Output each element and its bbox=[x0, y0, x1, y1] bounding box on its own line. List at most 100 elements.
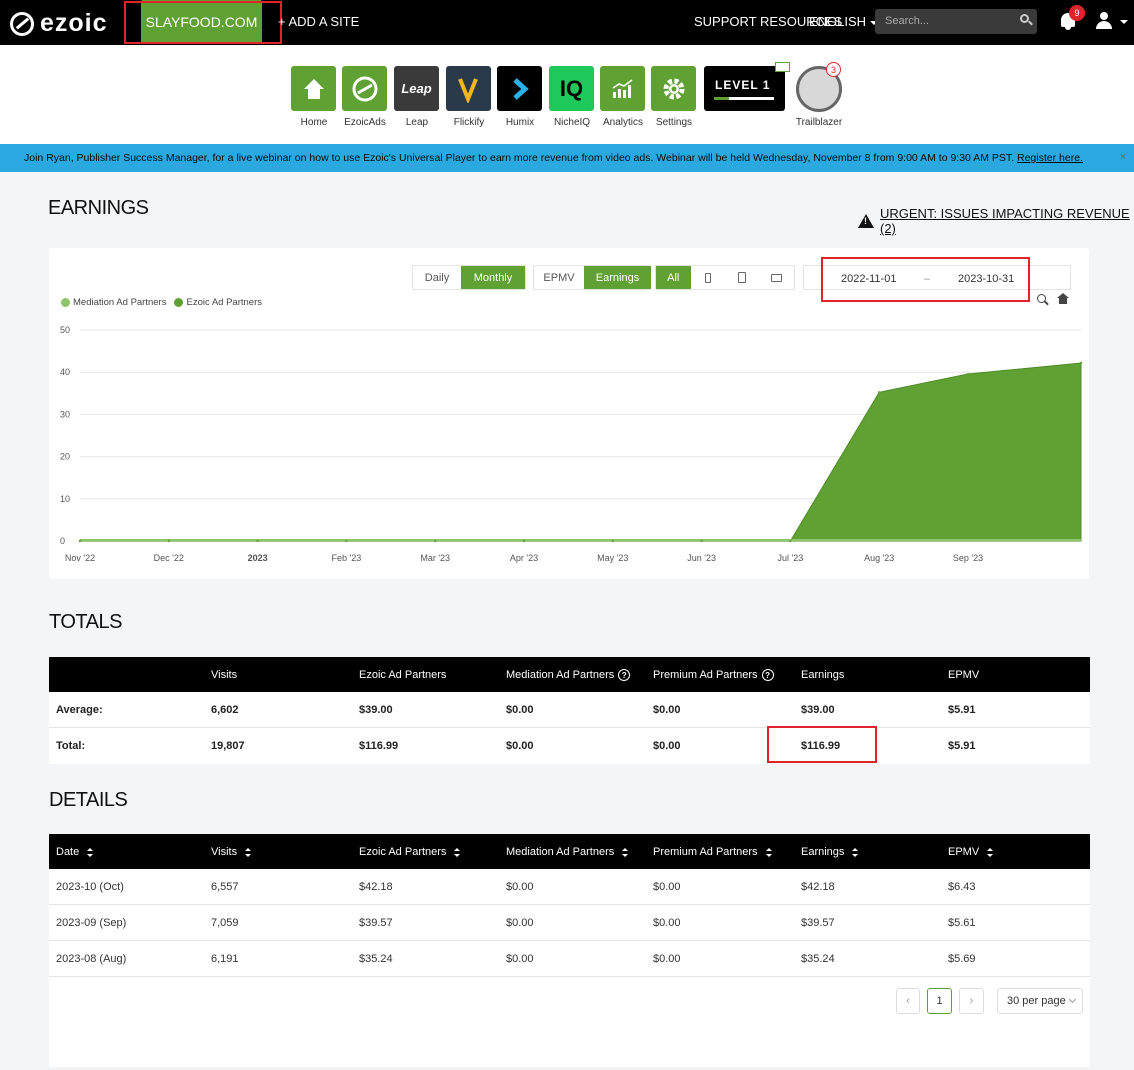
ezoic-logo-icon bbox=[10, 11, 34, 36]
y-tick-label: 10 bbox=[60, 494, 70, 504]
header-label: EPMV bbox=[948, 846, 980, 858]
page-1-button[interactable]: 1 bbox=[927, 988, 952, 1014]
app-settings[interactable]: Settings bbox=[651, 66, 697, 128]
data-point bbox=[1079, 361, 1083, 365]
data-point bbox=[345, 539, 348, 543]
analytics-icon bbox=[612, 78, 632, 98]
sort-ezoic-header[interactable]: Ezoic Ad Partners bbox=[359, 846, 461, 858]
notification-count-badge: 9 bbox=[1069, 5, 1085, 21]
y-tick-label: 0 bbox=[60, 536, 65, 546]
x-tick-label: Nov '22 bbox=[65, 553, 95, 563]
announcement-text: Join Ryan, Publisher Success Manager, fo… bbox=[24, 152, 1015, 164]
sort-earnings-header[interactable]: Earnings bbox=[801, 846, 859, 858]
x-tick-label: Aug '23 bbox=[864, 553, 894, 563]
close-icon[interactable]: × bbox=[1120, 151, 1126, 163]
user-menu-chevron-icon[interactable] bbox=[1120, 20, 1128, 24]
level-progress-bar bbox=[714, 97, 774, 100]
cell-ezoic: $39.00 bbox=[359, 704, 393, 716]
cell-premium: $0.00 bbox=[653, 917, 681, 929]
cell-visits: 19,807 bbox=[211, 740, 245, 752]
app-analytics[interactable]: Analytics bbox=[600, 66, 646, 128]
sort-icon bbox=[852, 847, 859, 857]
trailblazer-label: Trailblazer bbox=[795, 117, 843, 128]
x-tick-label: Sep '23 bbox=[953, 553, 983, 563]
sort-mediation-header[interactable]: Mediation Ad Partners bbox=[506, 846, 629, 858]
header-label: Visits bbox=[211, 846, 238, 858]
y-tick-label: 30 bbox=[60, 409, 70, 419]
register-link[interactable]: Register here. bbox=[1017, 152, 1083, 164]
sort-visits-header[interactable]: Visits bbox=[211, 846, 252, 858]
totals-col-premium: Premium Ad Partners? bbox=[653, 669, 774, 681]
prev-page-button[interactable]: ‹ bbox=[896, 988, 920, 1014]
cell-visits: 6,191 bbox=[211, 953, 239, 965]
details-table: Date Visits Ezoic Ad Partners Mediation … bbox=[49, 834, 1090, 1067]
cell-ezoic: $35.24 bbox=[359, 953, 393, 965]
cell-epmv: $5.61 bbox=[948, 917, 976, 929]
data-point bbox=[522, 539, 526, 543]
trailblazer-count-badge: 3 bbox=[826, 62, 841, 77]
cell-visits: 6,557 bbox=[211, 881, 239, 893]
totals-title: TOTALS bbox=[49, 611, 122, 633]
cell-date: 2023-09 (Sep) bbox=[56, 917, 127, 929]
next-page-button[interactable]: › bbox=[959, 988, 984, 1014]
app-label: Humix bbox=[505, 117, 535, 128]
ezoic-logo[interactable]: ezoic bbox=[10, 9, 108, 38]
x-tick-label: Apr '23 bbox=[510, 553, 538, 563]
app-label: Leap bbox=[405, 117, 429, 128]
app-label: EzoicAds bbox=[344, 117, 386, 128]
series-area-ezoic bbox=[80, 362, 1082, 542]
level-badge[interactable]: LEVEL 1 bbox=[704, 66, 785, 111]
announcement-banner: Join Ryan, Publisher Success Manager, fo… bbox=[0, 144, 1134, 172]
app-nicheiq[interactable]: IQ NicheIQ bbox=[549, 66, 595, 128]
user-icon[interactable] bbox=[1095, 12, 1113, 30]
app-label: Flickify bbox=[453, 117, 485, 128]
data-point bbox=[789, 539, 792, 543]
app-home[interactable]: Home bbox=[291, 66, 337, 128]
brand-name: ezoic bbox=[40, 9, 108, 37]
x-tick-label: Jun '23 bbox=[687, 553, 716, 563]
cell-earnings: $39.00 bbox=[801, 704, 835, 716]
header-label: Premium Ad Partners bbox=[653, 846, 758, 858]
app-label: Home bbox=[300, 117, 328, 128]
ezoicads-icon bbox=[352, 76, 377, 101]
table-row: 2023-10 (Oct) 6,557 $42.18 $0.00 $0.00 $… bbox=[49, 869, 1090, 905]
cell-date: 2023-10 (Oct) bbox=[56, 881, 124, 893]
highlight-box-total-earnings bbox=[767, 726, 877, 763]
search-input[interactable]: Search... bbox=[875, 9, 1037, 34]
leap-icon: Leap bbox=[394, 66, 439, 111]
per-page-select[interactable]: 30 per page bbox=[997, 988, 1083, 1014]
app-humix[interactable]: Humix bbox=[497, 66, 543, 128]
cell-premium: $0.00 bbox=[653, 953, 681, 965]
totals-col-epmv: EPMV bbox=[948, 669, 980, 681]
cell-ezoic: $42.18 bbox=[359, 881, 393, 893]
chevron-down-icon bbox=[1068, 995, 1076, 1004]
sort-date-header[interactable]: Date bbox=[56, 846, 94, 858]
cell-earnings: $39.57 bbox=[801, 917, 835, 929]
mail-icon[interactable] bbox=[775, 62, 790, 72]
row-label: Average: bbox=[56, 704, 103, 716]
app-ezoicads[interactable]: EzoicAds bbox=[342, 66, 388, 128]
cell-visits: 6,602 bbox=[211, 704, 239, 716]
highlight-box-site bbox=[124, 1, 282, 44]
help-icon[interactable]: ? bbox=[761, 669, 774, 681]
add-site-link[interactable]: + ADD A SITE bbox=[278, 14, 359, 29]
sort-icon bbox=[765, 847, 772, 857]
y-tick-label: 20 bbox=[60, 452, 70, 462]
sort-epmv-header[interactable]: EPMV bbox=[948, 846, 994, 858]
totals-col-earnings: Earnings bbox=[801, 669, 845, 681]
urgent-issues-link[interactable]: URGENT: ISSUES IMPACTING REVENUE (2) bbox=[858, 206, 1134, 236]
x-tick-label: 2023 bbox=[248, 553, 268, 563]
x-tick-label: Jul '23 bbox=[778, 553, 804, 563]
cell-epmv: $5.91 bbox=[948, 704, 976, 716]
sort-icon bbox=[87, 847, 94, 857]
cell-epmv: $5.91 bbox=[948, 740, 976, 752]
y-tick-label: 40 bbox=[60, 367, 70, 377]
language-dropdown[interactable]: ENGLISH bbox=[809, 14, 879, 29]
app-flickify[interactable]: Flickify bbox=[446, 66, 492, 128]
help-icon[interactable]: ? bbox=[618, 669, 631, 681]
sort-premium-header[interactable]: Premium Ad Partners bbox=[653, 846, 772, 858]
search-icon[interactable] bbox=[1020, 14, 1029, 23]
cell-earnings: $35.24 bbox=[801, 953, 835, 965]
x-tick-label: Feb '23 bbox=[332, 553, 362, 563]
app-leap[interactable]: Leap Leap bbox=[394, 66, 440, 128]
